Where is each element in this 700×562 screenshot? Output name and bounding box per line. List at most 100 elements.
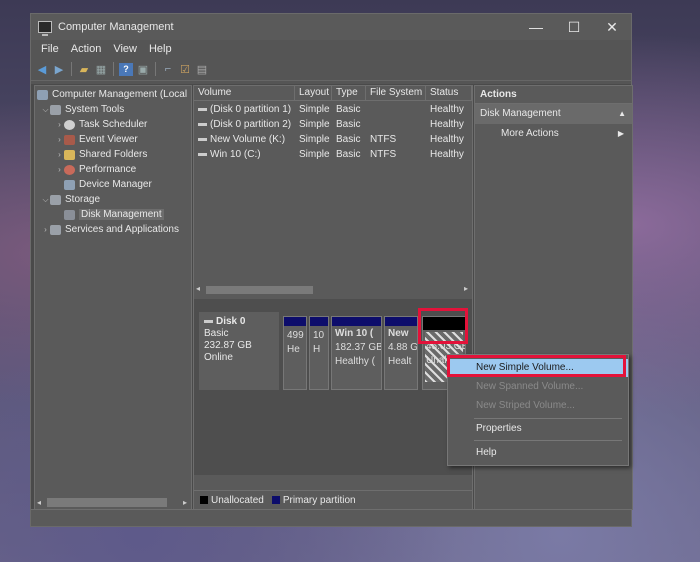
- tree-item-disk-management[interactable]: Disk Management: [55, 207, 164, 222]
- up-folder-icon[interactable]: ▰: [77, 63, 91, 76]
- volume-layout: Simple: [299, 149, 330, 160]
- volume-name: New Volume (K:): [210, 134, 286, 145]
- volume-status: Healthy: [430, 134, 464, 145]
- computer-icon: [37, 89, 48, 100]
- minimize-button[interactable]: —: [517, 19, 555, 35]
- performance-icon: [64, 164, 75, 175]
- chevron-right-icon[interactable]: ›: [55, 165, 64, 174]
- help-icon[interactable]: ?: [119, 62, 133, 76]
- show-hide-tree-icon[interactable]: ▦: [94, 63, 108, 76]
- volume-list-horizontal-scrollbar[interactable]: ◂ ▸: [194, 284, 472, 296]
- disk-state: Online: [204, 352, 233, 363]
- tree-item-task-scheduler[interactable]: › Task Scheduler: [55, 117, 147, 132]
- chevron-right-icon[interactable]: ›: [55, 120, 64, 129]
- tree-label: Device Manager: [79, 179, 152, 190]
- column-file-system[interactable]: File System: [366, 86, 426, 100]
- primary-partition-stripe: [284, 317, 306, 326]
- partition-win10[interactable]: Win 10 ( 182.37 GB Healthy (: [331, 316, 382, 390]
- status-bar: [31, 509, 631, 526]
- disk-management-pane: Volume Layout Type File System Status (D…: [193, 85, 473, 510]
- partition-status: Healthy (: [335, 356, 376, 367]
- partition-status: H: [313, 344, 321, 355]
- tree-item-root[interactable]: Computer Management (Local: [37, 87, 187, 102]
- legend-primary-partition: Primary partition: [282, 494, 356, 506]
- primary-partition-stripe: [332, 317, 381, 326]
- console-icon[interactable]: ▣: [136, 63, 150, 76]
- menu-help[interactable]: Help: [143, 43, 178, 55]
- menu-file[interactable]: File: [35, 43, 65, 55]
- menu-new-striped-volume: New Striped Volume...: [476, 400, 575, 411]
- menu-action[interactable]: Action: [65, 43, 108, 55]
- column-type[interactable]: Type: [332, 86, 366, 100]
- tree-label: System Tools: [65, 104, 125, 115]
- tree-item-event-viewer[interactable]: › Event Viewer: [55, 132, 138, 147]
- menu-view[interactable]: View: [107, 43, 143, 55]
- chevron-down-icon[interactable]: ⌵: [41, 105, 50, 115]
- primary-partition-swatch: [271, 496, 280, 504]
- volume-row[interactable]: (Disk 0 partition 2) Simple Basic Health…: [194, 117, 472, 132]
- volume-row[interactable]: Win 10 (C:) Simple Basic NTFS Healthy: [194, 147, 472, 162]
- unallocated-highlight-box: [418, 308, 468, 344]
- actions-header: Actions: [475, 86, 632, 104]
- tree-label: Computer Management (Local: [52, 89, 188, 100]
- scroll-right-icon[interactable]: ▸: [183, 498, 187, 507]
- more-actions[interactable]: More Actions ▶: [475, 124, 632, 144]
- tree-label: Shared Folders: [79, 149, 148, 160]
- tree-item-device-manager[interactable]: Device Manager: [55, 177, 152, 192]
- disk-0-label[interactable]: Disk 0 Basic 232.87 GB Online: [199, 312, 279, 390]
- tree-item-storage[interactable]: ⌵ Storage: [41, 192, 100, 207]
- column-volume[interactable]: Volume: [194, 86, 295, 100]
- volume-icon: [198, 122, 207, 126]
- forward-arrow-icon[interactable]: ▶: [52, 63, 66, 76]
- disk-name: Disk 0: [216, 316, 246, 327]
- back-arrow-icon[interactable]: ◀: [35, 63, 49, 76]
- tree-item-performance[interactable]: › Performance: [55, 162, 136, 177]
- close-button[interactable]: ✕: [593, 19, 631, 36]
- volume-type: Basic: [336, 104, 361, 115]
- volume-type: Basic: [336, 149, 361, 160]
- scroll-left-icon[interactable]: ◂: [37, 498, 41, 507]
- scroll-right-icon[interactable]: ▸: [464, 284, 468, 293]
- toolbar: ◀ ▶ ▰ ▦ ? ▣ ⌐ ☑ ▤: [31, 58, 631, 81]
- unallocated-swatch: [200, 496, 208, 504]
- chevron-right-icon[interactable]: ›: [55, 150, 64, 159]
- volume-row[interactable]: New Volume (K:) Simple Basic NTFS Health…: [194, 132, 472, 147]
- tree-item-shared-folders[interactable]: › Shared Folders: [55, 147, 147, 162]
- services-icon: [50, 224, 61, 235]
- event-viewer-icon: [64, 134, 75, 145]
- properties-icon[interactable]: ▤: [195, 63, 209, 76]
- volume-type: Basic: [336, 134, 361, 145]
- menu-new-spanned-volume: New Spanned Volume...: [476, 381, 584, 392]
- scrollbar-thumb[interactable]: [206, 286, 313, 294]
- volume-fs: [366, 102, 426, 117]
- primary-partition-stripe: [310, 317, 328, 326]
- tree-item-services[interactable]: › Services and Applications: [41, 222, 179, 237]
- disk-size: 232.87 GB: [204, 340, 252, 351]
- partition-1[interactable]: 499 He: [283, 316, 307, 390]
- column-status[interactable]: Status: [426, 86, 472, 100]
- shared-folder-icon: [64, 149, 75, 160]
- column-layout[interactable]: Layout: [295, 86, 332, 100]
- partition-2[interactable]: 10 H: [309, 316, 329, 390]
- volume-status: Healthy: [430, 119, 464, 130]
- partition-new-volume[interactable]: New 4.88 G Healt: [384, 316, 418, 390]
- volume-status: Healthy: [430, 149, 464, 160]
- tree-item-system-tools[interactable]: ⌵ System Tools: [41, 102, 124, 117]
- volume-list-header: Volume Layout Type File System Status: [194, 86, 472, 101]
- connect-icon[interactable]: ⌐: [161, 63, 175, 76]
- volume-row[interactable]: (Disk 0 partition 1) Simple Basic Health…: [194, 102, 472, 117]
- scrollbar-thumb[interactable]: [47, 498, 167, 507]
- maximize-button[interactable]: ☐: [555, 19, 593, 36]
- check-icon[interactable]: ☑: [178, 63, 192, 76]
- primary-partition-stripe: [385, 317, 417, 326]
- collapse-up-icon[interactable]: ▲: [618, 104, 626, 124]
- actions-section-disk-management[interactable]: Disk Management ▲: [475, 104, 632, 124]
- menu-help[interactable]: Help: [448, 444, 628, 462]
- menu-properties[interactable]: Properties: [448, 420, 628, 438]
- chevron-right-icon[interactable]: ›: [55, 135, 64, 144]
- chevron-right-icon[interactable]: ›: [41, 225, 50, 234]
- chevron-down-icon[interactable]: ⌵: [41, 195, 50, 205]
- scroll-left-icon[interactable]: ◂: [196, 284, 200, 293]
- tree-horizontal-scrollbar[interactable]: ◂ ▸: [35, 496, 191, 509]
- tools-icon: [50, 104, 61, 115]
